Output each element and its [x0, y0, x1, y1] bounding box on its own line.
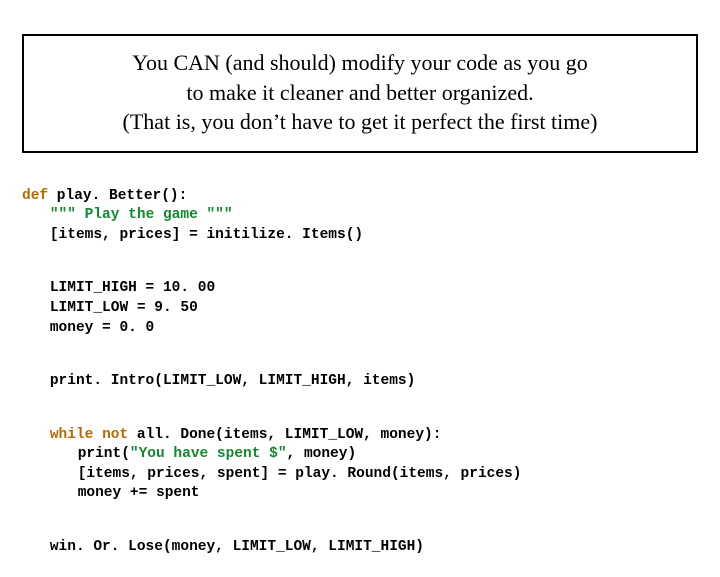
code-line-7: money = 0. 0 [22, 319, 154, 339]
code-line-12: print("You have spent $", money) [22, 445, 356, 465]
code-line-14: money += spent [22, 484, 200, 504]
keyword-while: while [50, 427, 94, 443]
slide: You CAN (and should) modify your code as… [0, 0, 720, 540]
keyword-def: def [22, 188, 48, 204]
code-blank-4 [22, 504, 698, 519]
advice-line-1: You CAN (and should) modify your code as… [44, 48, 676, 78]
code-block: def play. Better(): """ Play the game ""… [22, 167, 698, 577]
code-line-16: win. Or. Lose(money, LIMIT_LOW, LIMIT_HI… [22, 538, 424, 558]
code-blank-1 [22, 245, 698, 260]
code-line-6: LIMIT_LOW = 9. 50 [22, 299, 198, 319]
code-blank-2 [22, 338, 698, 353]
code-line-13: [items, prices, spent] = play. Round(ite… [22, 465, 521, 485]
keyword-not: not [102, 427, 128, 443]
code-line-5: LIMIT_HIGH = 10. 00 [22, 279, 215, 299]
code-line-1: def play. Better(): [22, 188, 187, 204]
code-line-2: """ Play the game """ [22, 206, 233, 226]
advice-line-3: (That is, you don’t have to get it perfe… [44, 107, 676, 137]
code-line-3: [items, prices] = initilize. Items() [22, 226, 363, 246]
code-blank-3 [22, 392, 698, 407]
code-line-9: print. Intro(LIMIT_LOW, LIMIT_HIGH, item… [22, 372, 415, 392]
advice-callout-box: You CAN (and should) modify your code as… [22, 34, 698, 153]
code-line-11: while not all. Done(items, LIMIT_LOW, mo… [22, 426, 441, 446]
advice-line-2: to make it cleaner and better organized. [44, 78, 676, 108]
